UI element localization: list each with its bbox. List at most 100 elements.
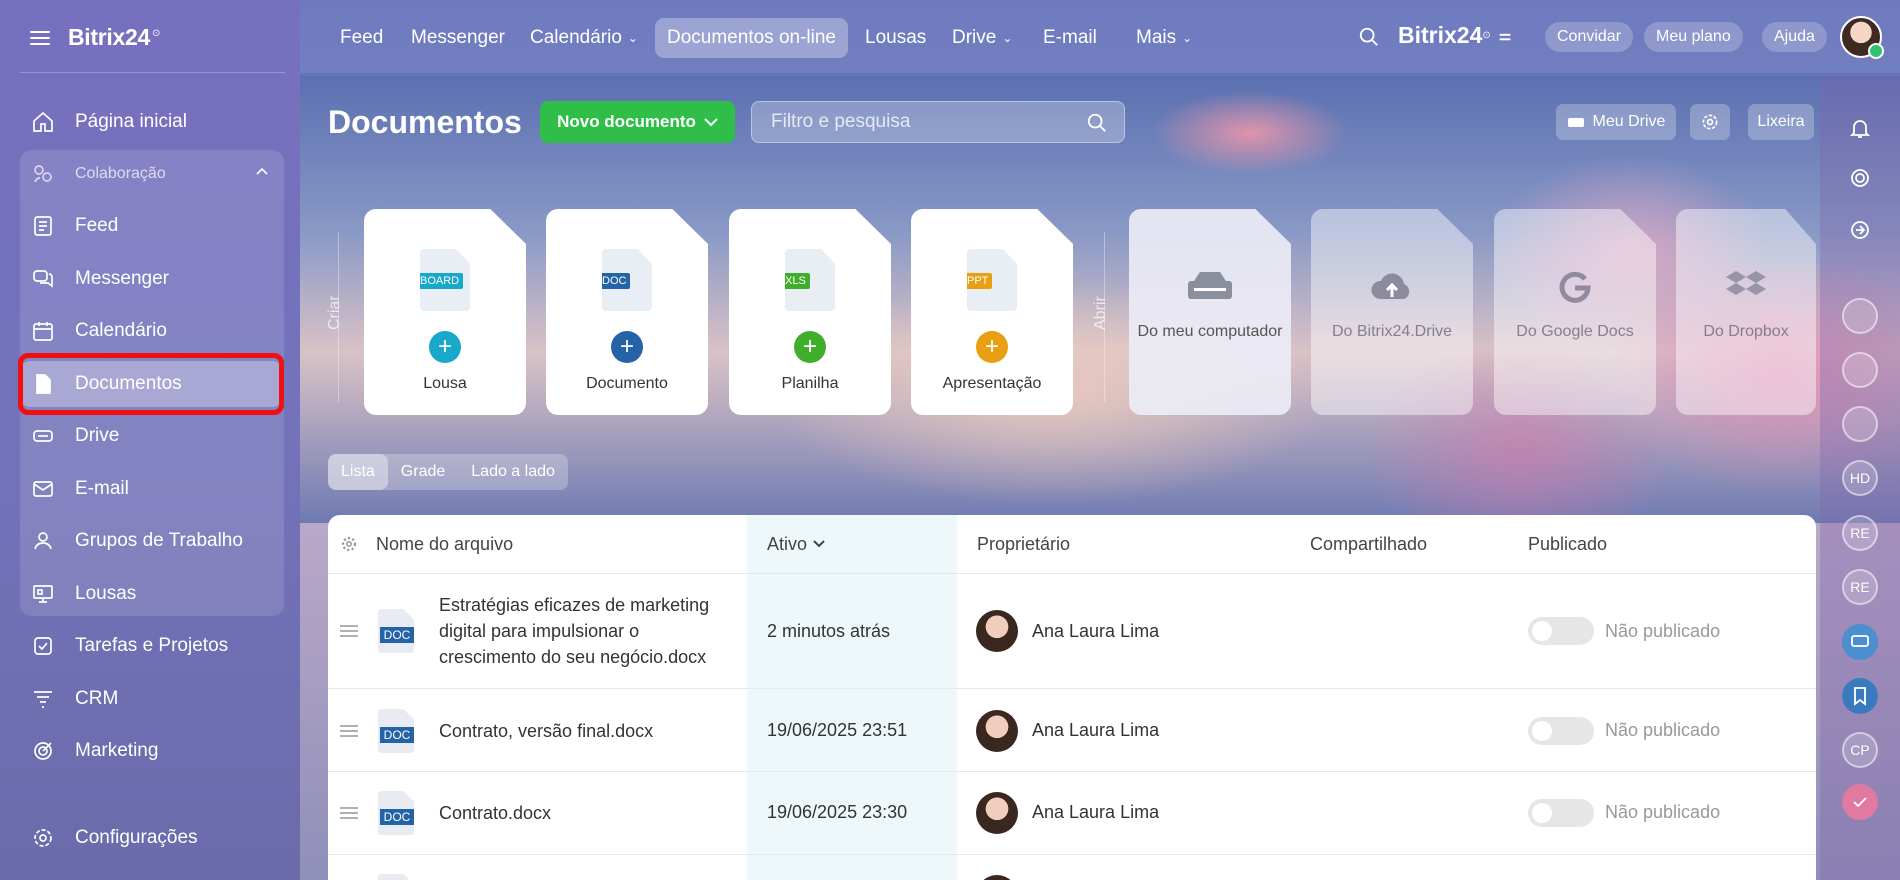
trash-button[interactable]: Lixeira (1748, 104, 1814, 140)
sidebar-item-label: Messenger (75, 268, 169, 289)
chat-group-icon[interactable] (1842, 624, 1878, 660)
publish-toggle[interactable] (1528, 799, 1594, 827)
sidebar-item-marketing[interactable]: Marketing (20, 728, 282, 774)
owner-name[interactable]: Ana Laura Lima (1032, 720, 1159, 741)
sidebar-item-tasks[interactable]: Tarefas e Projetos (20, 623, 282, 669)
search-icon[interactable] (1358, 26, 1380, 48)
create-document-card[interactable]: DOC + Documento (546, 209, 708, 415)
file-name[interactable]: Contrato.docx (439, 800, 551, 826)
documents-table: Nome do arquivo Ativo Proprietário Compa… (328, 515, 1816, 880)
chevron-down-icon: ⌄ (1182, 31, 1193, 45)
dropbox-icon (1726, 271, 1766, 295)
view-list[interactable]: Lista (328, 454, 388, 490)
publish-toggle[interactable] (1528, 717, 1594, 745)
open-from-bitrix-drive-card[interactable]: Do Bitrix24.Drive (1311, 209, 1473, 415)
contact-avatar[interactable]: HD (1842, 460, 1878, 496)
contact-avatar[interactable] (1842, 406, 1878, 442)
tasks-icon (30, 633, 56, 659)
create-board-card[interactable]: BOARD + Lousa (364, 209, 526, 415)
view-grid[interactable]: Grade (388, 454, 458, 490)
sidebar-item-email[interactable]: E-mail (20, 466, 282, 512)
drag-handle-icon[interactable] (340, 625, 358, 637)
open-from-google-docs-card[interactable]: Do Google Docs (1494, 209, 1656, 415)
file-name[interactable]: Estratégias eficazes de marketing digita… (439, 592, 729, 670)
sidebar-item-label: Página inicial (75, 111, 187, 132)
contact-avatar[interactable]: RE (1842, 515, 1878, 551)
column-header-shared[interactable]: Compartilhado (1310, 515, 1427, 573)
table-row[interactable]: DOC Estratégias eficazes de marketing di… (328, 574, 1816, 689)
sidebar-item-calendar[interactable]: Calendário (20, 308, 282, 354)
bell-icon[interactable] (1842, 110, 1878, 146)
table-row[interactable]: DOC Contrato.docx 19/06/2025 23:30 Ana L… (328, 773, 1816, 855)
drag-handle-icon[interactable] (340, 807, 358, 819)
contact-avatar[interactable] (1842, 298, 1878, 334)
new-document-button[interactable]: Novo documento (540, 101, 735, 143)
file-name[interactable]: Contrato, versão final.docx (439, 718, 653, 744)
owner-avatar[interactable] (976, 710, 1018, 752)
topnav-messenger[interactable]: Messenger (399, 18, 517, 58)
search-bar[interactable] (751, 101, 1125, 143)
owner-avatar[interactable] (976, 875, 1018, 880)
topnav-drive[interactable]: Drive ⌄ (940, 18, 1024, 58)
sidebar-item-home[interactable]: Página inicial (20, 99, 282, 145)
brand-switcher[interactable]: Bitrix24 ⊙ ⚌ (1398, 22, 1511, 49)
table-row[interactable]: DOC Contrato, versão final.docx 19/06/20… (328, 690, 1816, 772)
contact-avatar[interactable]: CP (1842, 732, 1878, 768)
sidebar-item-groups[interactable]: Grupos de Trabalho (20, 518, 282, 564)
plan-button[interactable]: Meu plano (1644, 22, 1743, 52)
checklist-icon[interactable] (1842, 784, 1878, 820)
crm-icon (30, 686, 56, 712)
collaboration-group-header[interactable]: Colaboração (20, 151, 282, 197)
topnav-email[interactable]: E-mail (1031, 18, 1109, 58)
drag-handle-icon[interactable] (340, 725, 358, 737)
bookmark-icon[interactable] (1842, 678, 1878, 714)
column-header-name[interactable]: Nome do arquivo (376, 515, 513, 573)
calendar-icon (30, 318, 56, 344)
topnav-boards[interactable]: Lousas (853, 18, 938, 58)
menu-icon[interactable] (30, 30, 50, 45)
contact-avatar[interactable] (1842, 352, 1878, 388)
my-drive-button[interactable]: Meu Drive (1556, 104, 1676, 140)
sidebar-item-crm[interactable]: CRM (20, 676, 282, 722)
column-header-owner[interactable]: Proprietário (977, 515, 1070, 573)
open-from-computer-card[interactable]: Do meu computador (1129, 209, 1291, 415)
sync-icon[interactable] (1842, 212, 1878, 248)
owner-name[interactable]: Ana Laura Lima (1032, 802, 1159, 823)
topnav-feed[interactable]: Feed (328, 18, 395, 58)
column-settings-icon[interactable] (340, 515, 358, 573)
open-from-dropbox-card[interactable]: Do Dropbox (1676, 209, 1816, 415)
user-avatar[interactable] (1840, 16, 1884, 59)
topnav-more[interactable]: Mais ⌄ (1124, 18, 1204, 58)
sidebar-item-messenger[interactable]: Messenger (20, 256, 282, 302)
create-label: Criar (326, 295, 343, 330)
create-spreadsheet-card[interactable]: XLS + Planilha (729, 209, 891, 415)
help-button[interactable]: Ajuda (1762, 22, 1827, 52)
sidebar-item-boards[interactable]: Lousas (20, 571, 282, 617)
publish-toggle[interactable] (1528, 617, 1594, 645)
settings-button[interactable] (1690, 104, 1730, 140)
owner-avatar[interactable] (976, 792, 1018, 834)
topnav-documents-online[interactable]: Documentos on-line (655, 18, 848, 58)
owner-avatar[interactable] (976, 610, 1018, 652)
invite-button[interactable]: Convidar (1545, 22, 1634, 52)
sidebar-item-settings[interactable]: Configurações (20, 815, 282, 861)
column-header-published[interactable]: Publicado (1528, 515, 1607, 573)
divider (20, 72, 285, 73)
brand-logo[interactable]: Bitrix24 ⊙ (68, 24, 160, 51)
owner-name[interactable]: Ana Laura Lima (1032, 621, 1159, 642)
drive-icon (30, 423, 56, 449)
sidebar-item-feed[interactable]: Feed (20, 203, 282, 249)
copilot-icon[interactable] (1842, 160, 1878, 196)
column-header-active[interactable]: Ativo (767, 515, 825, 573)
table-row[interactable] (328, 856, 1816, 880)
search-input[interactable] (771, 111, 1071, 133)
search-icon[interactable] (1086, 112, 1108, 134)
contact-avatar[interactable]: RE (1842, 569, 1878, 605)
sidebar-item-label: Marketing (75, 740, 159, 761)
doc-file-icon: DOC (602, 249, 652, 311)
view-side-by-side[interactable]: Lado a lado (458, 454, 568, 490)
publish-status: Não publicado (1605, 720, 1721, 740)
topnav-calendar[interactable]: Calendário ⌄ (518, 18, 650, 58)
create-presentation-card[interactable]: PPT + Apresentação (911, 209, 1073, 415)
sidebar-item-drive[interactable]: Drive (20, 413, 282, 459)
